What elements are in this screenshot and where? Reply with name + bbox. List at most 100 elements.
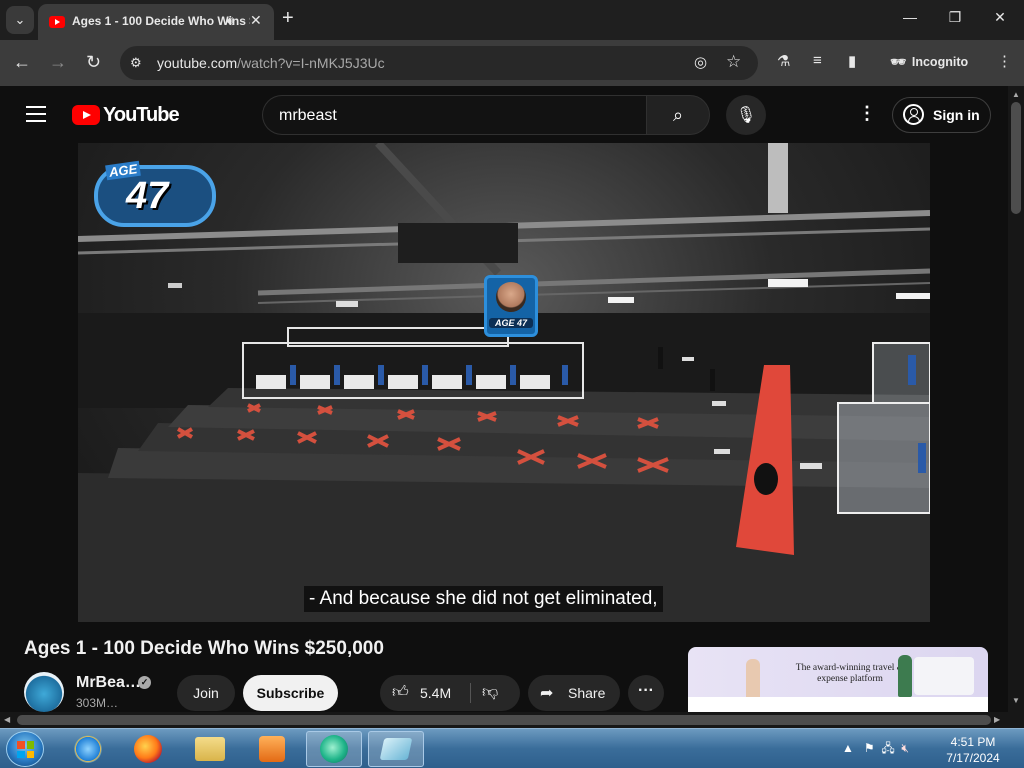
side-panel-icon[interactable]: ▮ [848,52,856,70]
internet-explorer-icon [74,735,102,763]
video-title: Ages 1 - 100 Decide Who Wins $250,000 [24,638,384,659]
new-tab-button[interactable]: + [282,7,294,30]
account-icon [903,104,924,125]
video-player[interactable]: AGE 47 AGE 47 - And because she did not … [78,143,930,622]
system-tray: ▲ ⚑ 🖧︎ 🔇︎ [842,739,909,760]
youtube-page: YouTube mrbeast ⌕ 🎙︎ ⋮ Sign in AGE 47 AG… [0,86,1008,712]
clock-time: 4:51 PM [950,735,996,749]
bookmark-star-icon[interactable]: ☆ [726,52,741,72]
windows-taskbar: ▲ ⚑ 🖧︎ 🔇︎ 4:51 PM 7/17/2024 [0,728,1024,768]
channel-avatar[interactable] [24,672,64,712]
back-arrow-icon[interactable]: ← [13,52,31,73]
subscriber-count: 303M… [76,696,119,710]
thumbs-down-icon[interactable]: 👎︎ [482,683,498,702]
like-count[interactable]: 5.4M [420,685,451,701]
vertical-scroll-thumb[interactable] [1011,102,1021,214]
search-query: mrbeast [279,107,337,124]
scroll-left-icon[interactable]: ◀ [4,715,10,724]
site-info-icon[interactable]: ⚙ [130,55,142,71]
close-window-button[interactable]: ✕ [990,9,1010,26]
firefox-icon [134,735,162,763]
like-divider [470,683,471,703]
vertical-scrollbar[interactable]: ▲ ▼ [1008,86,1024,712]
voice-search-button[interactable]: 🎙︎ [726,95,766,135]
labs-flask-icon[interactable]: ⚗ [777,52,790,70]
windows-logo-icon [17,741,34,758]
scroll-right-icon[interactable]: ▶ [994,715,1000,724]
more-options-icon[interactable]: ⋮ [858,103,876,124]
share-button[interactable]: ➦ Share [528,675,620,711]
ad-person-figure-2 [898,655,912,697]
age-badge: AGE 47 [94,160,216,227]
taskbar-internet-explorer[interactable] [60,731,116,767]
address-url[interactable]: youtube.com/watch?v=I-nMKJ5J3Uc [157,55,385,71]
folder-icon [195,737,225,761]
volume-muted-icon[interactable]: 🔇︎ [901,741,909,755]
like-dislike-bar: 👍︎ 5.4M 👎︎ [380,675,520,711]
browser-tab[interactable]: Ages 1 - 100 Decide Who Wins $250,000 - … [38,4,274,40]
url-host: youtube.com [157,55,238,71]
minimize-button[interactable]: — [900,9,920,25]
ad-ui-card [914,657,974,695]
share-arrow-icon: ➦ [540,685,554,702]
contestant-photo [496,282,526,312]
youtube-play-icon [72,105,100,125]
browser-menu-icon[interactable]: ⋮ [997,52,1012,70]
network-icon[interactable]: 🖧︎ [881,741,894,755]
speaker-icon[interactable]: 🔊︎ [226,13,234,29]
address-bar[interactable]: ⚙ youtube.com/watch?v=I-nMKJ5J3Uc ◎ ☆ [120,46,758,80]
taskbar-clock[interactable]: 4:51 PM 7/17/2024 [936,734,1010,766]
tray-expand-icon[interactable]: ▲ [842,741,854,755]
contestant-age-label: AGE 47 [489,318,533,328]
taskbar-file-explorer[interactable] [182,731,238,767]
taskbar-chrome-incognito[interactable] [306,731,362,767]
youtube-favicon-icon [49,16,65,28]
incognito-icon: 🕶︎ [890,55,906,69]
video-caption: - And because she did not get eliminated… [304,586,663,612]
microphone-icon: 🎙︎ [735,107,757,124]
taskbar-firefox[interactable] [120,731,176,767]
taskbar-media-player[interactable] [244,731,300,767]
media-player-icon [259,736,285,762]
chevron-down-icon: ⌄ [14,12,26,27]
url-path: /watch?v=I-nMKJ5J3Uc [237,55,385,71]
ad-person-figure [746,659,760,699]
share-label: Share [568,685,606,701]
hamburger-menu-icon[interactable] [26,106,46,127]
sign-in-label: Sign in [933,107,980,123]
tab-search-button[interactable]: ⌄ [6,6,34,34]
horizontal-scroll-thumb[interactable] [17,715,991,725]
action-center-flag-icon[interactable]: ⚑ [864,741,875,755]
search-icon: ⌕ [672,104,684,125]
ad-bottom-strip [688,697,988,712]
start-button[interactable] [6,731,44,767]
more-actions-button[interactable]: ··· [628,675,664,711]
sign-in-button[interactable]: Sign in [892,97,991,133]
search-button[interactable]: ⌕ [646,95,710,135]
horizontal-scrollbar[interactable]: ◀ ▶ [0,712,1008,728]
browser-app-icon [320,735,348,763]
restore-button[interactable]: ❐ [945,9,965,26]
sponsored-ad-banner[interactable]: The award-winning travel & expense platf… [688,647,988,712]
forward-arrow-icon[interactable]: → [49,52,67,73]
channel-name[interactable]: MrBea… [76,674,141,692]
incognito-indicator[interactable]: 🕶︎ Incognito [890,55,968,70]
browser-tab-strip: ⌄ Ages 1 - 100 Decide Who Wins $250,000 … [0,0,1024,40]
scroll-up-icon[interactable]: ▲ [1012,90,1020,99]
eye-slash-icon[interactable]: ◎ [694,53,707,71]
browser-toolbar: ← → ↻ ⚙ youtube.com/watch?v=I-nMKJ5J3Uc … [0,40,1024,86]
thumbs-up-icon[interactable]: 👍︎ [392,683,409,702]
close-tab-icon[interactable]: ✕ [250,12,262,29]
media-queue-icon[interactable]: ≡ [813,52,822,69]
subscribe-button[interactable]: Subscribe [243,675,338,711]
join-button[interactable]: Join [177,675,235,711]
ad-headline: The award-winning travel & expense platf… [795,663,905,684]
search-input[interactable]: mrbeast [262,95,647,135]
scrollbar-corner [1008,712,1024,728]
scroll-down-icon[interactable]: ▼ [1012,696,1020,705]
verified-check-icon: ✓ [138,676,151,689]
taskbar-app-window[interactable] [368,731,424,767]
reload-icon[interactable]: ↻ [86,52,101,73]
youtube-wordmark: YouTube [103,104,180,126]
tab-title: Ages 1 - 100 Decide Who Wins $250,000 - … [72,14,250,28]
